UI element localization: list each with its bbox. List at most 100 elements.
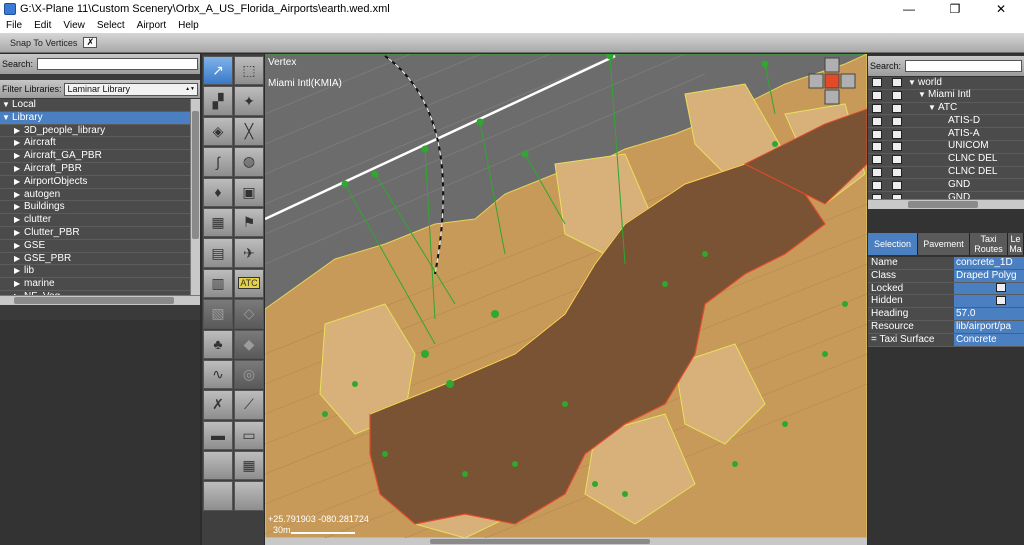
menu-airport[interactable]: Airport (131, 20, 172, 31)
polygon-tool-button[interactable]: ◆ (234, 329, 264, 359)
hierarchy-item[interactable]: ATIS-D (868, 115, 1024, 129)
collapsed-triangle-icon[interactable]: ▶ (14, 240, 24, 253)
lock-icon[interactable] (996, 283, 1006, 293)
property-value[interactable]: Draped Polyg (954, 269, 1024, 282)
property-value[interactable]: lib/airport/pa (954, 320, 1024, 333)
hole-tool-button[interactable]: ◍ (234, 147, 264, 177)
property-value[interactable]: concrete_1D (954, 257, 1024, 269)
property-value[interactable] (954, 295, 1024, 308)
line-tool-button[interactable]: ∿ (203, 359, 233, 390)
library-item[interactable]: ▶ autogen (0, 189, 200, 202)
truck-parking-tool-button[interactable]: ▬ (203, 420, 233, 451)
sealane-tool-button[interactable]: ◈ (203, 116, 233, 147)
minimize-button[interactable]: — (886, 0, 932, 17)
taxiline-tool-button[interactable]: ∫ (203, 147, 233, 177)
expanded-triangle-icon[interactable]: ▼ (908, 77, 918, 90)
collapsed-triangle-icon[interactable]: ▶ (14, 214, 24, 227)
collapsed-triangle-icon[interactable]: ▶ (14, 253, 24, 266)
hierarchy-item[interactable]: GND (868, 179, 1024, 193)
tab-more[interactable]: Le Ma (1008, 233, 1024, 255)
collapsed-triangle-icon[interactable]: ▶ (14, 201, 24, 214)
collapsed-triangle-icon[interactable]: ▶ (14, 137, 24, 150)
empty-tool-b-button[interactable] (203, 481, 233, 511)
library-item[interactable]: ▶ GSE_PBR (0, 253, 200, 266)
library-item[interactable]: ▼ Library (0, 111, 200, 125)
eye-icon[interactable] (892, 142, 902, 152)
library-item[interactable]: ▶ 3D_people_library (0, 125, 200, 138)
library-item[interactable]: ▶ Aircraft (0, 137, 200, 151)
menu-edit[interactable]: Edit (28, 20, 57, 31)
empty-tool-c-button[interactable] (234, 481, 264, 511)
collapsed-triangle-icon[interactable]: ▶ (14, 278, 24, 291)
hierarchy-item[interactable]: ATIS-A (868, 128, 1024, 141)
windsock-tool-button[interactable]: ⚑ (234, 207, 264, 238)
close-button[interactable]: ✕ (978, 0, 1024, 17)
hierarchy-item[interactable]: CLNC DEL (868, 166, 1024, 180)
boundary-tool-button[interactable]: ▤ (203, 238, 233, 268)
vertex-tool-button[interactable]: ⬚ (234, 56, 264, 86)
library-item[interactable]: ▶ marine (0, 278, 200, 291)
library-item[interactable]: ▶ clutter (0, 214, 200, 227)
eye-icon[interactable] (892, 180, 902, 190)
expanded-triangle-icon[interactable]: ▼ (928, 102, 938, 115)
lock-icon[interactable] (872, 167, 882, 177)
collapsed-triangle-icon[interactable]: ▶ (14, 227, 24, 240)
road-tool-button[interactable]: ⟋ (234, 390, 264, 420)
collapsed-triangle-icon[interactable]: ▶ (14, 150, 24, 163)
property-value[interactable]: 57.0 (954, 308, 1024, 320)
library-item[interactable]: ▶ Clutter_PBR (0, 227, 200, 240)
tab-pavement[interactable]: Pavement (918, 233, 970, 255)
hierarchy-item[interactable]: ▼ ATC (868, 102, 1024, 116)
atc-tool-button[interactable]: ATC (234, 268, 264, 299)
menu-help[interactable]: Help (172, 20, 205, 31)
lock-icon[interactable] (872, 155, 882, 165)
tab-selection[interactable]: Selection (868, 233, 918, 255)
snap-to-vertices-checkbox[interactable]: ✗ (83, 37, 98, 48)
collapsed-triangle-icon[interactable]: ▶ (14, 163, 24, 176)
sign-tool-button[interactable]: ▣ (234, 177, 264, 207)
empty-tool-a-button[interactable] (203, 451, 233, 481)
lock-icon[interactable] (872, 91, 882, 101)
collapsed-triangle-icon[interactable]: ▶ (14, 189, 24, 202)
maximize-button[interactable]: ❐ (932, 0, 978, 17)
mixed-tool-button[interactable]: ▦ (234, 451, 264, 481)
expanded-triangle-icon[interactable]: ▼ (918, 89, 928, 102)
library-search-input[interactable] (37, 58, 198, 70)
ramp-start-tool-button[interactable]: ✈ (234, 238, 264, 268)
lock-icon[interactable] (872, 142, 882, 152)
string-tool-button[interactable]: ◎ (234, 359, 264, 390)
library-item[interactable]: ▶ GSE (0, 240, 200, 253)
hierarchy-item[interactable]: CLNC DEL (868, 153, 1024, 167)
eye-icon[interactable] (892, 103, 902, 113)
library-item[interactable]: ▶ AirportObjects (0, 176, 200, 189)
runway-tool-button[interactable]: ▞ (203, 86, 233, 116)
tree-tool-button[interactable]: ♣ (203, 329, 233, 359)
lock-icon[interactable] (872, 129, 882, 139)
property-value[interactable] (954, 282, 1024, 295)
lock-icon[interactable] (872, 180, 882, 190)
expanded-triangle-icon[interactable]: ▼ (2, 99, 12, 112)
taxiway-tool-button[interactable]: ╳ (234, 116, 264, 147)
library-item[interactable]: ▶ lib (0, 265, 200, 279)
eye-icon[interactable] (892, 129, 902, 139)
eye-icon[interactable] (996, 296, 1006, 306)
lock-icon[interactable] (872, 116, 882, 126)
hierarchy-item[interactable]: UNICOM (868, 140, 1024, 154)
hierarchy-search-input[interactable] (905, 60, 1022, 72)
library-item[interactable]: ▶ Aircraft_PBR (0, 163, 200, 176)
truck-destination-tool-button[interactable]: ▭ (234, 420, 264, 451)
eye-icon[interactable] (892, 167, 902, 177)
collapsed-triangle-icon[interactable]: ▶ (14, 265, 24, 278)
eye-icon[interactable] (892, 155, 902, 165)
helipad-tool-button[interactable]: ✦ (234, 86, 264, 116)
marquee-tool-button[interactable]: ↗ (203, 56, 233, 86)
hierarchy-item[interactable]: ▼ Miami Intl (868, 89, 1024, 103)
map-canvas[interactable] (265, 54, 867, 538)
tab-taxi-routes[interactable]: Taxi Routes (970, 233, 1008, 255)
library-horizontal-scrollbar[interactable] (0, 295, 200, 305)
eye-icon[interactable] (892, 116, 902, 126)
menu-select[interactable]: Select (91, 20, 131, 31)
map-view[interactable]: Vertex Miami Intl(KMIA) +25.791903 -080.… (265, 54, 867, 538)
eye-icon[interactable] (892, 91, 902, 101)
filter-libraries-select[interactable]: Laminar Library (63, 82, 198, 96)
